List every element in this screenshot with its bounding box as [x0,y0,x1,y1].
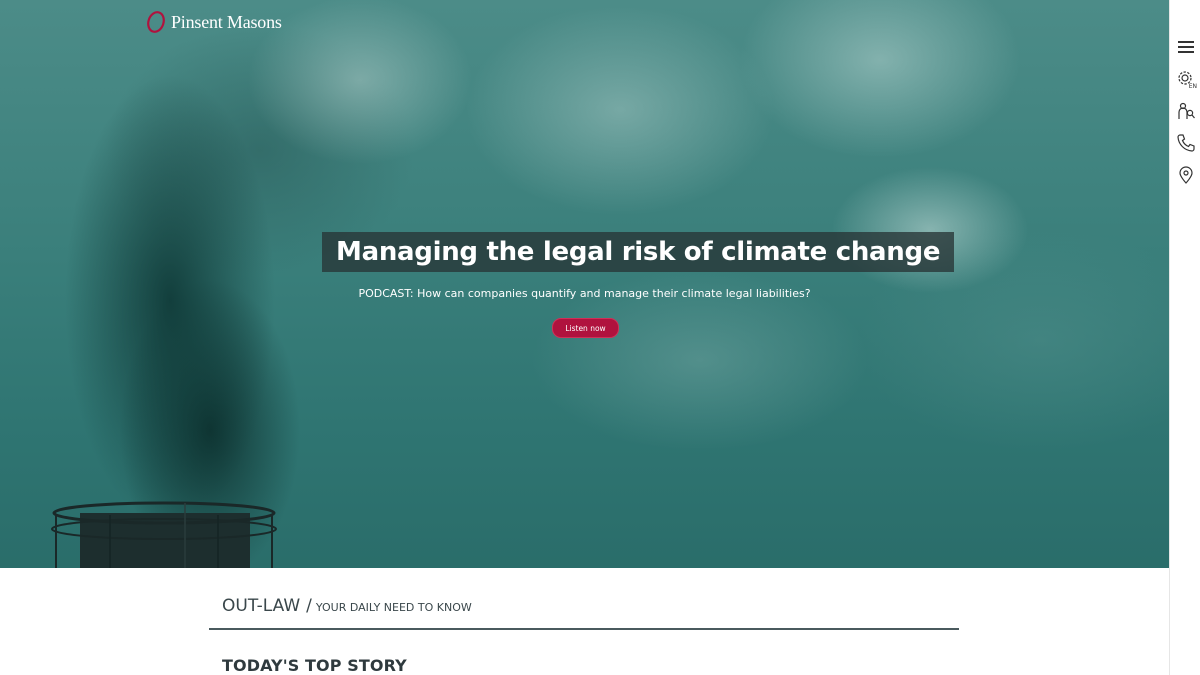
phone-icon [1177,134,1195,152]
hero-headline: Managing the legal risk of climate chang… [336,237,941,267]
hamburger-menu-icon [1178,41,1194,53]
hero-banner: Pinsent Masons Managing the legal risk o… [0,0,1169,568]
hero-headline-box: Managing the legal risk of climate chang… [322,232,955,272]
office-locations-button[interactable] [1175,164,1197,186]
contact-phone-button[interactable] [1175,132,1197,154]
language-label: EN [1188,83,1197,90]
menu-button[interactable] [1175,36,1197,58]
outlaw-section-header: OUT-LAW / YOUR DAILY NEED TO KNOW [209,590,959,630]
listen-now-button[interactable]: Listen now [552,318,619,338]
find-people-icon [1178,102,1195,119]
right-utility-rail: EN [1169,0,1200,675]
brand-name: Pinsent Masons [171,11,282,32]
cooling-tower-image [51,501,277,568]
outlaw-subtitle: YOUR DAILY NEED TO KNOW [315,601,472,614]
outlaw-separator: / [306,596,312,616]
language-selector-button[interactable]: EN [1175,68,1197,90]
top-story-heading: TODAY'S TOP STORY [222,656,407,675]
outlaw-title: OUT-LAW [222,596,301,616]
location-pin-icon [1179,166,1193,184]
hero-subline: PODCAST: How can companies quantify and … [358,287,811,300]
brand-logo[interactable]: Pinsent Masons [145,10,282,34]
find-people-button[interactable] [1175,100,1197,122]
pinsent-masons-logo-icon [147,11,165,33]
